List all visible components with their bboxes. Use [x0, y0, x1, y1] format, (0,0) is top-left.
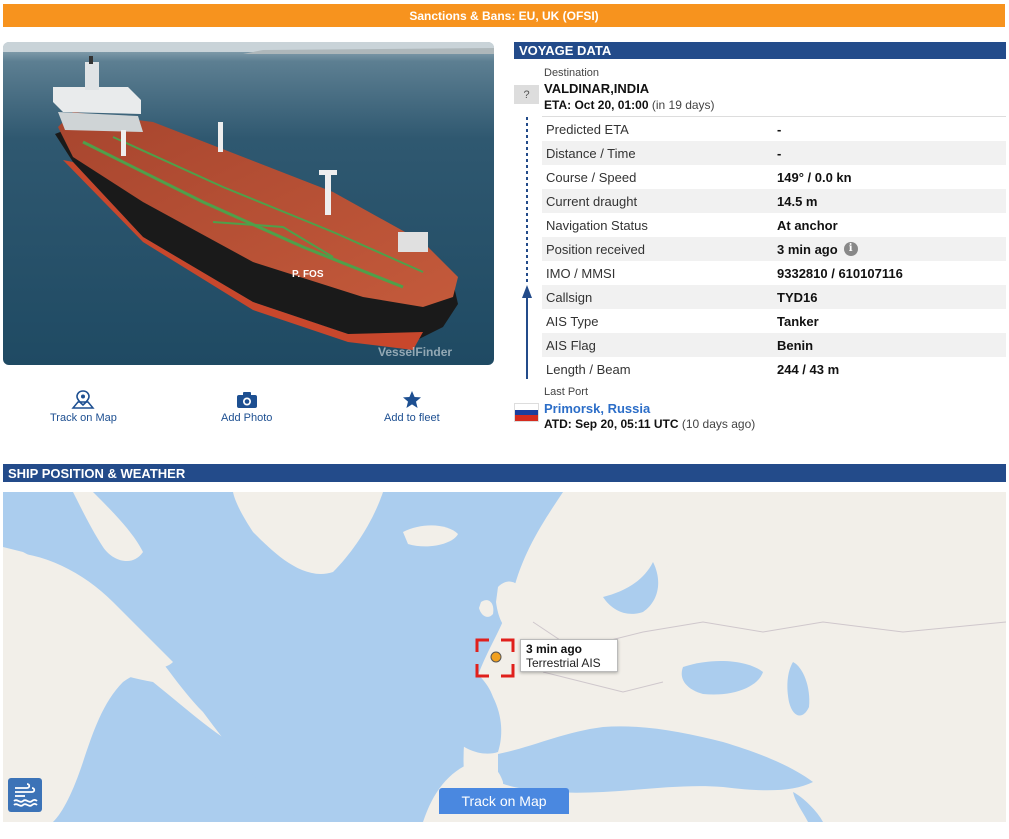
row-value: 244 / 43 m — [777, 361, 840, 377]
row-label: AIS Flag — [546, 337, 596, 353]
row-value: Tanker — [777, 313, 819, 329]
table-row: Predicted ETA - — [542, 117, 1006, 141]
vesselfinder-watermark: VesselFinder — [378, 345, 452, 359]
table-row: AIS Type Tanker — [542, 309, 1006, 333]
last-port-link[interactable]: Primorsk, Russia — [544, 401, 650, 416]
voyage-data-table: Predicted ETA - Distance / Time - Course /… — [542, 116, 1006, 381]
table-row: IMO / MMSI 9332810 / 610107116 — [542, 261, 1006, 285]
table-row: Course / Speed 149° / 0.0 kn — [542, 165, 1006, 189]
table-row: AIS Flag Benin — [542, 333, 1006, 357]
table-row: Navigation Status At anchor — [542, 213, 1006, 237]
row-value: 9332810 / 610107116 — [777, 265, 903, 281]
row-label: Position received — [546, 241, 645, 257]
add-photo-button[interactable]: Add Photo — [221, 390, 272, 424]
row-value: 149° / 0.0 kn — [777, 169, 852, 185]
row-value: - — [777, 145, 782, 161]
row-value: Benin — [777, 337, 814, 353]
eta-line: ETA: Oct 20, 01:00 (in 19 days) — [544, 98, 715, 112]
eta-value: Oct 20, 01:00 — [574, 98, 649, 112]
vessel-photo-image: P. FOS VesselFinder — [3, 42, 494, 365]
sanctions-banner: Sanctions & Bans: EU, UK (OFSI) — [3, 4, 1005, 27]
arrow-up-icon — [522, 285, 532, 298]
add-photo-label: Add Photo — [221, 412, 273, 424]
row-label: Distance / Time — [546, 145, 636, 161]
row-label: Navigation Status — [546, 217, 648, 233]
map-canvas — [3, 492, 1006, 822]
table-row: Callsign TYD16 — [542, 285, 1006, 309]
wind-wave-icon — [13, 783, 38, 807]
row-label: Course / Speed — [546, 169, 637, 185]
atd-line: ATD: Sep 20, 05:11 UTC (10 days ago) — [544, 417, 755, 431]
atd-value: Sep 20, 05:11 UTC — [575, 417, 679, 431]
add-to-fleet-label: Add to fleet — [384, 412, 440, 424]
camera-icon — [236, 392, 257, 408]
row-label: Predicted ETA — [546, 121, 629, 137]
position-popup: 3 min ago Terrestrial AIS — [520, 639, 618, 672]
svg-text:P. FOS: P. FOS — [292, 269, 324, 280]
position-received-value: 3 min ago — [777, 241, 838, 257]
row-value: TYD16 — [777, 289, 818, 305]
weather-layer-button[interactable] — [8, 778, 42, 812]
ship-position-map[interactable]: 3 min ago Terrestrial AIS Track on Map — [3, 492, 1006, 822]
unknown-destination-flag: ? — [514, 85, 539, 104]
ship-position-header: SHIP POSITION & WEATHER — [3, 464, 1006, 482]
row-value: 3 min ago i — [777, 242, 858, 257]
track-on-map-label: Track on Map — [50, 412, 117, 424]
row-label: Callsign — [546, 289, 593, 305]
destination-value: VALDINAR,INDIA — [544, 81, 650, 96]
atd-label: ATD: — [544, 417, 572, 431]
vessel-actions: Track on Map Add Photo Add to fleet — [3, 390, 494, 430]
row-label: AIS Type — [546, 313, 599, 329]
last-port-label: Last Port — [544, 386, 589, 398]
russia-flag-icon — [514, 403, 539, 422]
add-to-fleet-button[interactable]: Add to fleet — [384, 390, 440, 424]
row-label: Current draught — [546, 193, 638, 209]
row-label: IMO / MMSI — [546, 265, 616, 281]
row-value: At anchor — [777, 217, 838, 233]
track-on-map-button[interactable]: Track on Map — [50, 390, 117, 424]
table-row: Position received 3 min ago i — [542, 237, 1006, 261]
track-on-map-map-button[interactable]: Track on Map — [439, 788, 569, 814]
row-value: 14.5 m — [777, 193, 818, 209]
eta-label: ETA: — [544, 98, 572, 112]
atd-relative: (10 days ago) — [681, 417, 756, 431]
popup-source: Terrestrial AIS — [526, 656, 601, 670]
popup-time: 3 min ago — [526, 642, 583, 656]
table-row: Current draught 14.5 m — [542, 189, 1006, 213]
eta-relative: (in 19 days) — [651, 98, 715, 112]
voyage-data-header: VOYAGE DATA — [514, 42, 1006, 59]
info-icon[interactable]: i — [843, 242, 858, 256]
row-label: Length / Beam — [546, 361, 631, 377]
vessel-photo[interactable]: P. FOS VesselFinder — [3, 42, 494, 365]
row-value: - — [777, 121, 782, 137]
destination-label: Destination — [544, 67, 600, 79]
star-icon — [402, 391, 421, 408]
table-row: Distance / Time - — [542, 141, 1006, 165]
map-pin-icon — [71, 390, 96, 409]
voyage-timeline — [522, 117, 532, 379]
table-row: Length / Beam 244 / 43 m — [542, 357, 1006, 381]
